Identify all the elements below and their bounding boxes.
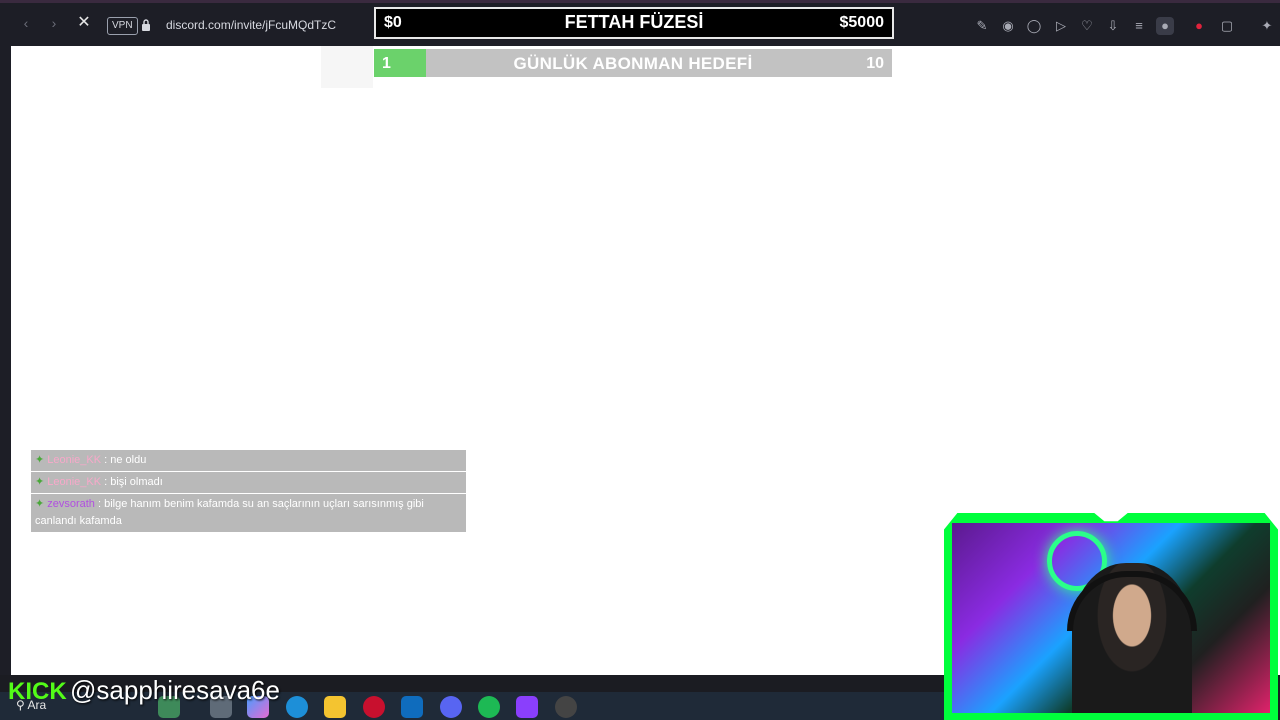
obs-icon[interactable] <box>555 696 577 718</box>
play-icon[interactable]: ▷ <box>1052 17 1070 35</box>
discord-icon[interactable] <box>440 696 462 718</box>
goal-end-value: $5000 <box>839 14 885 31</box>
folder-icon[interactable] <box>324 696 346 718</box>
donation-goal-bar: $0 FETTAH FÜZESİ $5000 <box>374 7 894 39</box>
mail-icon[interactable] <box>401 696 423 718</box>
edge-icon[interactable] <box>286 696 308 718</box>
sub-goal-title: GÜNLÜK ABONMAN HEDEFİ <box>513 54 753 73</box>
forward-icon[interactable]: › <box>44 13 64 33</box>
sidebar-strip <box>0 46 11 675</box>
chat-message: ✦ Leonie_KK : bişi olmadı <box>31 472 466 493</box>
chat-text: : bişi olmadı <box>104 476 163 488</box>
cube-icon[interactable]: ▢ <box>1218 17 1236 35</box>
chat-username: Leonie_KK <box>47 454 102 466</box>
sub-goal-target: 10 <box>866 55 884 72</box>
chat-text: : ne oldu <box>104 454 147 466</box>
subscriber-goal-bar: 1 GÜNLÜK ABONMAN HEDEFİ 10 <box>374 49 892 77</box>
back-icon[interactable]: ‹ <box>16 13 36 33</box>
camera-icon[interactable]: ◉ <box>999 17 1017 35</box>
goal-title: FETTAH FÜZESİ <box>564 12 704 32</box>
loading-placeholder <box>321 46 373 88</box>
extension-icon[interactable]: ● <box>1190 17 1208 35</box>
opera-icon[interactable] <box>363 696 385 718</box>
chat-message: ✦ Leonie_KK : ne oldu <box>31 450 466 471</box>
vpn-badge[interactable]: VPN <box>107 17 138 35</box>
stop-loading-icon[interactable]: ✕ <box>74 13 94 33</box>
chat-username: Leonie_KK <box>47 476 102 488</box>
kick-logo: KICK <box>8 678 67 705</box>
edit-icon[interactable]: ✎ <box>973 17 991 35</box>
badge-icon: ✦ <box>35 454 45 466</box>
chat-username: zevsorath <box>47 498 95 510</box>
ai-icon[interactable]: ✦ <box>1258 17 1276 35</box>
screen: ‹ › ✕ VPN discord.com/invite/jFcuMQdTzC … <box>0 0 1280 720</box>
lock-icon <box>142 19 150 31</box>
heart-icon[interactable]: ♡ <box>1078 17 1096 35</box>
stream-chat: ✦ Leonie_KK : ne oldu ✦ Leonie_KK : bişi o… <box>31 450 466 533</box>
badge-icon: ✦ <box>35 476 45 488</box>
chat-message: ✦ zevsorath : bilge hanım benim kafamda s… <box>31 494 466 532</box>
webcam-feed <box>952 523 1270 713</box>
menu-icon[interactable]: ≡ <box>1130 17 1148 35</box>
app-icon[interactable] <box>516 696 538 718</box>
shield-icon[interactable]: ◯ <box>1025 17 1043 35</box>
address-bar[interactable]: discord.com/invite/jFcuMQdTzC <box>166 18 336 32</box>
webcam-frame <box>944 513 1278 720</box>
badge-icon: ✦ <box>35 498 45 510</box>
profile-icon[interactable]: ● <box>1156 17 1174 35</box>
spotify-icon[interactable] <box>478 696 500 718</box>
kick-handle: @sapphiresava6e <box>70 675 280 705</box>
download-icon[interactable]: ⇩ <box>1104 17 1122 35</box>
